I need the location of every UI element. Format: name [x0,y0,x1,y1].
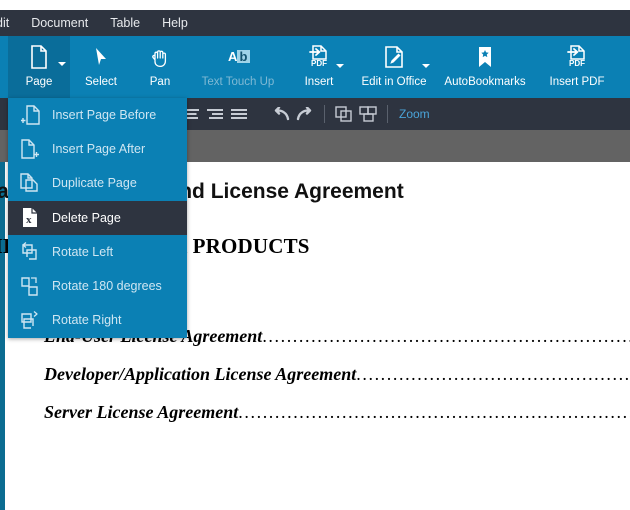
rotate-left-icon [8,235,52,269]
delete-page-icon: x [8,201,52,235]
menu-item-insert-page-after[interactable]: Insert Page After [8,132,187,166]
hand-icon [149,39,171,75]
menu-item-duplicate-page[interactable]: Duplicate Page [8,166,187,200]
zoom-label[interactable]: Zoom [399,107,430,121]
svg-text:b: b [240,49,248,64]
menu-item-label: Rotate Left [52,244,114,259]
ribbon-button-select[interactable]: Select [70,36,132,98]
menu-item-label: Delete Page [52,210,121,225]
title-strip [0,0,630,10]
align-justify-button[interactable] [227,102,251,126]
menu-bar: dit Document Table Help [0,10,630,36]
insert-pdf-icon: PDF [306,39,332,75]
toolbar-divider [324,105,325,123]
toc-dot-leader: ........................................… [356,364,630,384]
insert-page-after-icon [8,132,52,166]
menu-table[interactable]: Table [99,10,151,36]
menu-item-label: Insert Page After [52,142,146,157]
toc-dot-leader: ........................................… [238,402,630,422]
menu-item-label: Rotate Right [52,313,122,328]
ribbon-toolbar: Page Select Pan A b Text Touch Up PDF In… [0,36,630,98]
rotate-180-icon [8,269,52,303]
menu-help[interactable]: Help [151,10,199,36]
ribbon-label-page: Page [25,76,53,88]
chevron-down-icon[interactable] [422,64,430,68]
toc-entry-title: Server License Agreement [44,402,239,422]
ribbon-button-page[interactable]: Page [8,36,70,98]
table-of-contents: End-User License Agreement .............… [44,326,630,440]
menu-item-label: Duplicate Page [52,176,137,191]
ribbon-button-insert[interactable]: PDF Insert [288,36,350,98]
align-right-button[interactable] [203,102,227,126]
ribbon-label-edit-in-office: Edit in Office [361,76,427,88]
toc-entry[interactable]: Server License Agreement ...............… [44,402,630,423]
ribbon-label-autobookmarks: AutoBookmarks [444,76,526,88]
chevron-down-icon[interactable] [58,62,66,66]
ribbon-label-insert: Insert [304,76,334,88]
menu-item-rotate-right[interactable]: Rotate Right [8,303,187,337]
rotate-right-icon [8,303,52,337]
toc-dot-leader: ........................................… [262,326,630,346]
menu-item-rotate-180[interactable]: Rotate 180 degrees [8,269,187,303]
insert-pdf-icon: PDF [564,39,590,75]
ribbon-button-autobookmarks[interactable]: AutoBookmarks [438,36,532,98]
menu-edit[interactable]: dit [0,10,20,36]
page-accent-bar [0,162,5,510]
ribbon-button-pan[interactable]: Pan [132,36,188,98]
menu-item-delete-page[interactable]: x Delete Page [8,200,187,235]
svg-text:PDF: PDF [569,59,585,68]
menu-item-label: Rotate 180 degrees [52,279,162,294]
redo-button[interactable] [293,102,317,126]
text-touch-up-icon: A b [224,39,252,75]
group-button[interactable] [332,102,356,126]
insert-page-before-icon [8,98,52,132]
ribbon-label-select: Select [85,76,117,88]
edit-pencil-icon [383,39,405,75]
ribbon-button-edit-in-office[interactable]: Edit in Office [350,36,438,98]
menu-item-label: Insert Page Before [52,108,157,123]
duplicate-page-icon [8,166,52,200]
ribbon-button-insert-pdf[interactable]: PDF Insert PDF [532,36,622,98]
menu-item-insert-page-before[interactable]: Insert Page Before [8,98,187,132]
page-icon [29,39,49,75]
menu-document[interactable]: Document [20,10,99,36]
ribbon-label-pan: Pan [149,76,171,88]
svg-text:PDF: PDF [311,59,327,68]
chevron-down-icon[interactable] [336,64,344,68]
toolbar-divider [387,105,388,123]
svg-text:A: A [228,49,238,64]
undo-button[interactable] [269,102,293,126]
bookmark-icon [475,39,495,75]
toc-entry[interactable]: Developer/Application License Agreement … [44,364,630,385]
ribbon-label-text-touch-up: Text Touch Up [201,76,275,88]
ribbon-button-text-touch-up[interactable]: A b Text Touch Up [188,36,288,98]
ribbon-label-insert-pdf: Insert PDF [549,76,605,88]
pdf-editor-window: dit Document Table Help Page Select [0,0,630,510]
menu-item-rotate-left[interactable]: Rotate Left [8,235,187,269]
cursor-arrow-icon [92,39,110,75]
page-dropdown-menu[interactable]: Insert Page Before Insert Page After Dup… [8,98,187,338]
svg-text:x: x [26,214,32,226]
ungroup-button[interactable] [356,102,380,126]
toc-entry-title: Developer/Application License Agreement [44,364,357,384]
